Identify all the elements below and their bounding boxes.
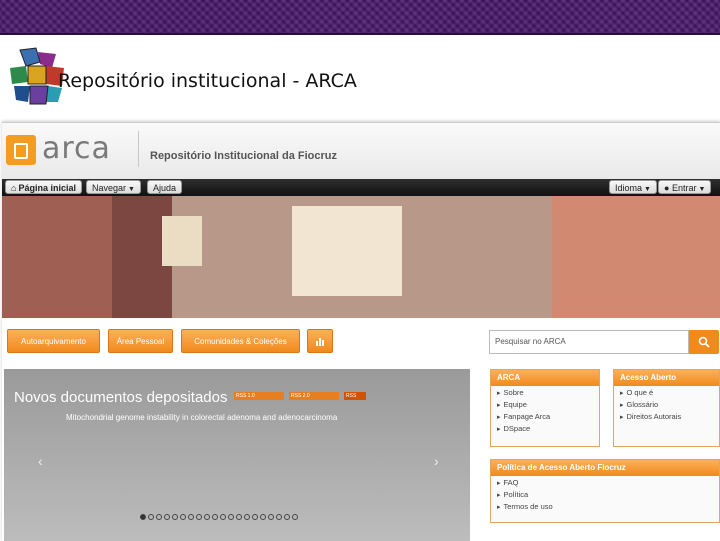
open-access-panel: Acesso Aberto O que é Glossário Direitos… bbox=[613, 369, 720, 447]
header-divider bbox=[138, 131, 139, 167]
personal-area-button[interactable]: Área Pessoal bbox=[108, 329, 173, 353]
panel-link[interactable]: Equipe bbox=[497, 401, 599, 410]
carousel-dot[interactable] bbox=[284, 514, 290, 520]
language-label: Idioma bbox=[615, 183, 643, 193]
carousel-prev-icon[interactable]: ‹ bbox=[38, 453, 43, 469]
search-button[interactable] bbox=[689, 330, 719, 354]
statistics-button[interactable] bbox=[307, 329, 333, 353]
home-icon: ⌂ bbox=[11, 183, 17, 193]
carousel-dot[interactable] bbox=[212, 514, 218, 520]
carousel-dot[interactable] bbox=[276, 514, 282, 520]
chevron-down-icon: ▼ bbox=[128, 186, 135, 193]
open-access-policy-panel: Política de Acesso Aberto Fiocruz FAQ Po… bbox=[490, 459, 720, 523]
carousel-next-icon[interactable]: › bbox=[434, 453, 439, 469]
search-icon bbox=[698, 336, 710, 348]
decorative-top-band bbox=[0, 0, 720, 35]
rss-feed-button-2[interactable]: RSS 2.0 bbox=[289, 392, 339, 400]
communities-collections-button[interactable]: Comunidades & Coleções bbox=[181, 329, 300, 353]
carousel-indicators bbox=[140, 514, 298, 524]
slide-title: Repositório institucional - ARCA bbox=[58, 70, 357, 92]
panel-link[interactable]: Política bbox=[497, 491, 719, 500]
login-label: Entrar bbox=[671, 183, 697, 193]
carousel-dot[interactable] bbox=[252, 514, 258, 520]
carousel-dot[interactable] bbox=[180, 514, 186, 520]
repository-name: Repositório Institucional da Fiocruz bbox=[150, 150, 338, 162]
carousel-dot[interactable] bbox=[148, 514, 154, 520]
chevron-down-icon: ▼ bbox=[698, 186, 706, 193]
carousel-dot[interactable] bbox=[156, 514, 162, 520]
panel-link[interactable]: Termos de uso bbox=[497, 503, 719, 512]
carousel-item-title[interactable]: Mitochondrial genome instability in colo… bbox=[66, 413, 337, 422]
login-dropdown[interactable]: ● Entrar ▼ bbox=[658, 180, 712, 194]
carousel-dot[interactable] bbox=[164, 514, 170, 520]
carousel-title: Novos documentos depositados bbox=[14, 389, 228, 406]
panel-link[interactable]: DSpace bbox=[497, 425, 599, 434]
search-input[interactable]: Pesquisar no ARCA bbox=[489, 330, 689, 354]
carousel-dot[interactable] bbox=[188, 514, 194, 520]
panel-link[interactable]: Direitos Autorais bbox=[620, 413, 719, 422]
carousel-dot[interactable] bbox=[204, 514, 210, 520]
arca-panel: ARCA Sobre Equipe Fanpage Arca DSpace bbox=[490, 369, 600, 447]
carousel-dot[interactable] bbox=[268, 514, 274, 520]
bar-chart-icon bbox=[316, 338, 324, 346]
panel-link[interactable]: Glossário bbox=[620, 401, 719, 410]
panel-title: Acesso Aberto bbox=[614, 370, 719, 386]
chevron-down-icon: ▼ bbox=[644, 186, 651, 193]
panel-link[interactable]: Sobre bbox=[497, 389, 599, 398]
carousel-dot[interactable] bbox=[292, 514, 298, 520]
carousel-dot[interactable] bbox=[244, 514, 250, 520]
top-navbar: ⌂ Página inicial Navegar ▼ Ajuda Idioma ▼ ●… bbox=[2, 179, 720, 196]
new-documents-carousel: Novos documentos depositados RSS 1.0 RSS… bbox=[4, 369, 470, 541]
rss-feed-button-3[interactable]: RSS bbox=[344, 392, 366, 400]
carousel-dot[interactable] bbox=[220, 514, 226, 520]
carousel-dot[interactable] bbox=[260, 514, 266, 520]
site-logo-text[interactable]: arca bbox=[42, 131, 111, 166]
carousel-dot[interactable] bbox=[236, 514, 242, 520]
carousel-dot[interactable] bbox=[228, 514, 234, 520]
panel-link[interactable]: FAQ bbox=[497, 479, 719, 488]
panel-link[interactable]: O que é bbox=[620, 389, 719, 398]
home-label: Página inicial bbox=[18, 183, 76, 193]
panel-title: Política de Acesso Aberto Fiocruz bbox=[491, 460, 719, 476]
home-button[interactable]: ⌂ Página inicial bbox=[5, 180, 82, 194]
carousel-dot[interactable] bbox=[196, 514, 202, 520]
help-button[interactable]: Ajuda bbox=[147, 180, 183, 194]
rss-feed-button-1[interactable]: RSS 1.0 bbox=[234, 392, 284, 400]
browse-dropdown[interactable]: Navegar ▼ bbox=[86, 180, 141, 194]
carousel-dot[interactable] bbox=[140, 514, 146, 520]
site-header: arca Repositório Institucional da Fiocru… bbox=[2, 123, 720, 179]
help-label: Ajuda bbox=[153, 183, 177, 193]
panel-link[interactable]: Fanpage Arca bbox=[497, 413, 599, 422]
user-icon: ● bbox=[664, 183, 670, 193]
arca-logo-icon[interactable] bbox=[6, 135, 36, 165]
language-dropdown[interactable]: Idioma ▼ bbox=[609, 180, 657, 194]
browse-label: Navegar bbox=[92, 183, 127, 193]
self-archiving-button[interactable]: Autoarquivamento bbox=[7, 329, 100, 353]
website-screenshot: arca Repositório Institucional da Fiocru… bbox=[2, 122, 720, 541]
panel-title: ARCA bbox=[491, 370, 599, 386]
header-banner-image bbox=[2, 196, 720, 318]
carousel-dot[interactable] bbox=[172, 514, 178, 520]
